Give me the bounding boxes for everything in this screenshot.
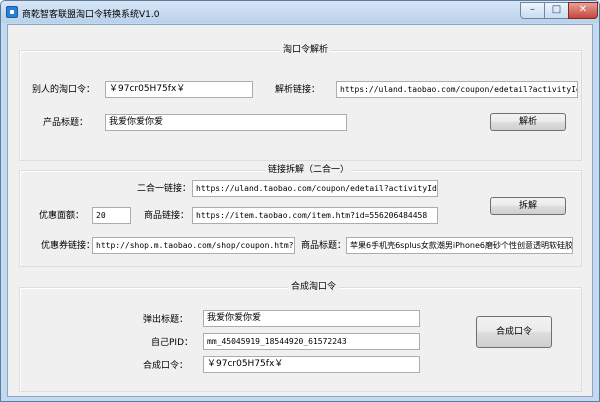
own-pid-input[interactable]: mm_45045919_18544920_61572243 [203, 333, 420, 350]
coupon-link-label: 优惠券链接： [41, 241, 96, 251]
others-token-label: 别人的淘口令： [32, 85, 96, 95]
app-window: 商乾智客联盟淘口令转换系统V1.0 – □ ✕ 淘口令解析 别人的淘口令： ￥9… [0, 0, 600, 402]
split-button[interactable]: 拆解 [490, 197, 566, 215]
product-link-label: 商品链接： [144, 211, 190, 221]
title-bar[interactable]: 商乾智客联盟淘口令转换系统V1.0 – □ ✕ [1, 1, 599, 23]
maximize-button[interactable]: □ [544, 2, 569, 19]
close-button[interactable]: ✕ [568, 2, 598, 19]
product-link-input[interactable]: https://item.taobao.com/item.htm?id=5562… [192, 207, 438, 224]
own-pid-label: 自己PID： [151, 338, 194, 348]
two-in-one-label: 二合一链接： [137, 184, 192, 194]
token-parse-title: 淘口令解析 [280, 45, 332, 56]
link-split-group: 链接拆解（二合一） 二合一链接： https://uland.taobao.co… [19, 165, 582, 267]
app-icon [6, 6, 18, 18]
product-title-input[interactable]: 我爱你爱你爱 [105, 114, 347, 131]
two-in-one-input[interactable]: https://uland.taobao.com/coupon/edetail?… [192, 180, 438, 197]
coupon-amount-label: 优惠面额： [39, 211, 85, 221]
client-area: 淘口令解析 别人的淘口令： ￥97cr05H75fx￥ 解析链接： https:… [7, 24, 593, 397]
others-token-input[interactable]: ￥97cr05H75fx￥ [105, 81, 253, 98]
token-parse-group: 淘口令解析 别人的淘口令： ￥97cr05H75fx￥ 解析链接： https:… [19, 45, 582, 161]
product-title-input-2[interactable]: 苹果6手机壳6splus女款潮男iPhone6磨砂个性创意透明软硅胶 [346, 237, 573, 254]
parse-link-label: 解析链接： [275, 85, 321, 95]
token-synth-group: 合成淘口令 弹出标题： 我爱你爱你爱 自己PID： mm_45045919_18… [19, 282, 582, 392]
product-title-label-2: 商品标题： [301, 241, 347, 251]
synth-token-label: 合成口令： [143, 361, 189, 371]
token-synth-title: 合成淘口令 [288, 282, 340, 293]
product-title-label: 产品标题： [43, 118, 89, 128]
minimize-button[interactable]: – [520, 2, 545, 19]
window-title: 商乾智客联盟淘口令转换系统V1.0 [22, 10, 160, 20]
link-split-title: 链接拆解（二合一） [265, 165, 353, 176]
coupon-link-input[interactable]: http://shop.m.taobao.com/shop/coupon.htm… [92, 237, 295, 254]
synth-button[interactable]: 合成口令 [476, 316, 552, 348]
popup-title-input[interactable]: 我爱你爱你爱 [203, 310, 420, 327]
parse-link-input[interactable]: https://uland.taobao.com/coupon/edetail?… [336, 81, 578, 98]
synth-token-input[interactable]: ￥97cr05H75fx￥ [203, 356, 420, 373]
parse-button[interactable]: 解析 [490, 113, 566, 131]
coupon-amount-input[interactable]: 20 [92, 207, 131, 224]
popup-title-label: 弹出标题： [143, 315, 189, 325]
